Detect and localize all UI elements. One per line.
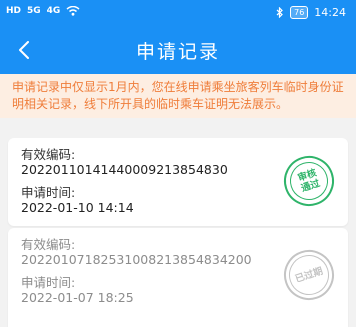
status-time: 14:24 bbox=[314, 6, 346, 19]
expired-stamp-text: 已过期 bbox=[283, 249, 335, 301]
hd-indicator: HD bbox=[6, 6, 22, 16]
time-value: 2022-01-10 14:14 bbox=[21, 200, 134, 215]
code-label: 有效编码: bbox=[21, 147, 76, 162]
record-card[interactable]: 有效编码: 20220110141440009213854830 申请时间: 2… bbox=[8, 138, 348, 226]
approved-stamp: 审核通过 bbox=[277, 149, 341, 213]
signal-4g-indicator: 4G bbox=[46, 6, 61, 16]
wifi-icon bbox=[66, 6, 80, 16]
approved-stamp-text: 审核通过 bbox=[285, 157, 333, 205]
bluetooth-icon bbox=[276, 7, 283, 18]
header-bar: 申请记录 bbox=[0, 26, 356, 74]
notice-banner: 申请记录中仅显示1月内，您在线申请乘坐旅客列车临时身份证明相关记录，线下所开具的… bbox=[0, 74, 356, 118]
status-left: HD 5G 4G bbox=[6, 6, 80, 16]
time-value: 2022-01-07 18:25 bbox=[21, 290, 134, 305]
page-title: 申请记录 bbox=[135, 41, 220, 63]
code-label: 有效编码: bbox=[21, 237, 76, 252]
status-bar: HD 5G 4G 76 14:24 bbox=[0, 0, 356, 26]
time-label: 申请时间: bbox=[21, 275, 76, 290]
time-label: 申请时间: bbox=[21, 185, 76, 200]
battery-indicator: 76 bbox=[290, 6, 309, 19]
status-right: 76 14:24 bbox=[276, 6, 346, 19]
code-value: 20220110141440009213854830 bbox=[21, 162, 228, 177]
code-value: 20220107182531008213854834200 bbox=[21, 252, 252, 267]
record-card[interactable]: 有效编码: 20220107182531008213854834200 申请时间… bbox=[8, 228, 348, 327]
expired-stamp: 已过期 bbox=[277, 243, 341, 307]
signal-5g-indicator: 5G bbox=[27, 6, 41, 16]
